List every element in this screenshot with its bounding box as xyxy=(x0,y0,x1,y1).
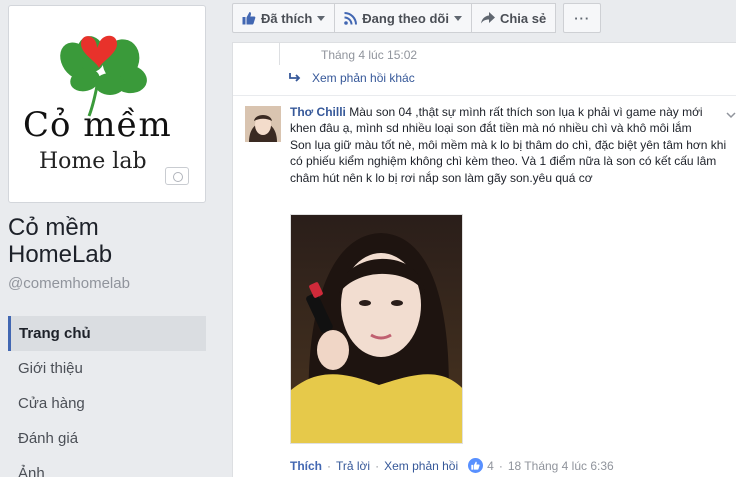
chevron-down-icon xyxy=(317,15,326,21)
liked-button[interactable]: Đã thích xyxy=(232,3,336,33)
separator-dot: · xyxy=(327,458,331,473)
logo-text-line2: Home lab xyxy=(39,149,147,174)
comment-time[interactable]: 18 Tháng 4 lúc 6:36 xyxy=(508,459,614,473)
share-arrow-icon xyxy=(480,12,495,24)
avatar[interactable] xyxy=(245,106,281,142)
logo-text-line1: Cỏ mềm xyxy=(23,105,172,145)
thread-line xyxy=(279,43,280,65)
comment-text-2: Son lụa giữ màu tốt nè, môi mềm mà k lo … xyxy=(290,137,727,185)
liked-label: Đã thích xyxy=(261,10,313,26)
following-button[interactable]: Đang theo dõi xyxy=(334,3,472,33)
page-sidebar: Cỏ mềm Home lab Cỏ mềm HomeLab @comemhom… xyxy=(0,0,218,477)
view-more-replies-link[interactable]: Xem phản hồi khác xyxy=(289,71,415,85)
following-label: Đang theo dõi xyxy=(362,10,449,26)
comment-photo[interactable] xyxy=(290,214,463,444)
reply-arrow-icon xyxy=(289,73,301,83)
thumbs-up-icon xyxy=(468,458,484,473)
divider xyxy=(233,95,736,96)
share-label: Chia sẻ xyxy=(499,10,547,26)
like-count-value: 4 xyxy=(487,458,494,473)
comment-author[interactable]: Thơ Chilli xyxy=(290,105,346,119)
nav-item-home[interactable]: Trang chủ xyxy=(8,316,206,351)
page-handle[interactable]: @comemhomelab xyxy=(8,275,130,292)
chevron-down-icon xyxy=(453,15,462,21)
camera-icon[interactable] xyxy=(165,167,189,185)
page-title[interactable]: Cỏ mềm HomeLab xyxy=(8,214,208,268)
like-count[interactable]: 4 xyxy=(468,458,494,473)
rss-feed-icon xyxy=(344,11,358,25)
comment-actions: Thích · Trả lời · Xem phản hồi 4 · 18 Th… xyxy=(290,458,614,473)
page-action-bar: Đã thích Đang theo dõi Chia sẻ ··· xyxy=(232,3,602,33)
separator-dot: · xyxy=(375,458,380,473)
nav-item-reviews[interactable]: Đánh giá xyxy=(8,421,206,456)
page-profile-picture[interactable]: Cỏ mềm Home lab xyxy=(8,5,206,203)
page-nav: Trang chủ Giới thiệu Cửa hàng Đánh giá Ả… xyxy=(8,316,206,477)
previous-reply-time[interactable]: Tháng 4 lúc 15:02 xyxy=(321,48,417,62)
view-replies-link[interactable]: Xem phản hồi xyxy=(384,459,458,473)
nav-item-photos[interactable]: Ảnh xyxy=(8,456,206,477)
like-comment-button[interactable]: Thích xyxy=(290,459,322,473)
view-more-replies-label: Xem phản hồi khác xyxy=(312,71,415,85)
more-options-button[interactable]: ··· xyxy=(563,3,602,33)
comments-panel: Tháng 4 lúc 15:02 Xem phản hồi khác Thơ … xyxy=(232,42,736,477)
chevron-down-icon[interactable] xyxy=(726,110,736,120)
separator-dot: · xyxy=(498,458,503,473)
reply-button[interactable]: Trả lời xyxy=(336,459,370,473)
comment-body: Thơ Chilli Màu son 04 ,thật sự mình rất … xyxy=(290,104,730,186)
share-button[interactable]: Chia sẻ xyxy=(470,3,557,33)
nav-item-about[interactable]: Giới thiệu xyxy=(8,351,206,386)
nav-item-shop[interactable]: Cửa hàng xyxy=(8,386,206,421)
comment-text-1: Màu son 04 ,thật sự mình rất thích son l… xyxy=(290,105,703,136)
thumbs-up-icon xyxy=(242,11,256,25)
more-dots-icon: ··· xyxy=(574,10,591,26)
selfie-photo xyxy=(291,215,462,443)
